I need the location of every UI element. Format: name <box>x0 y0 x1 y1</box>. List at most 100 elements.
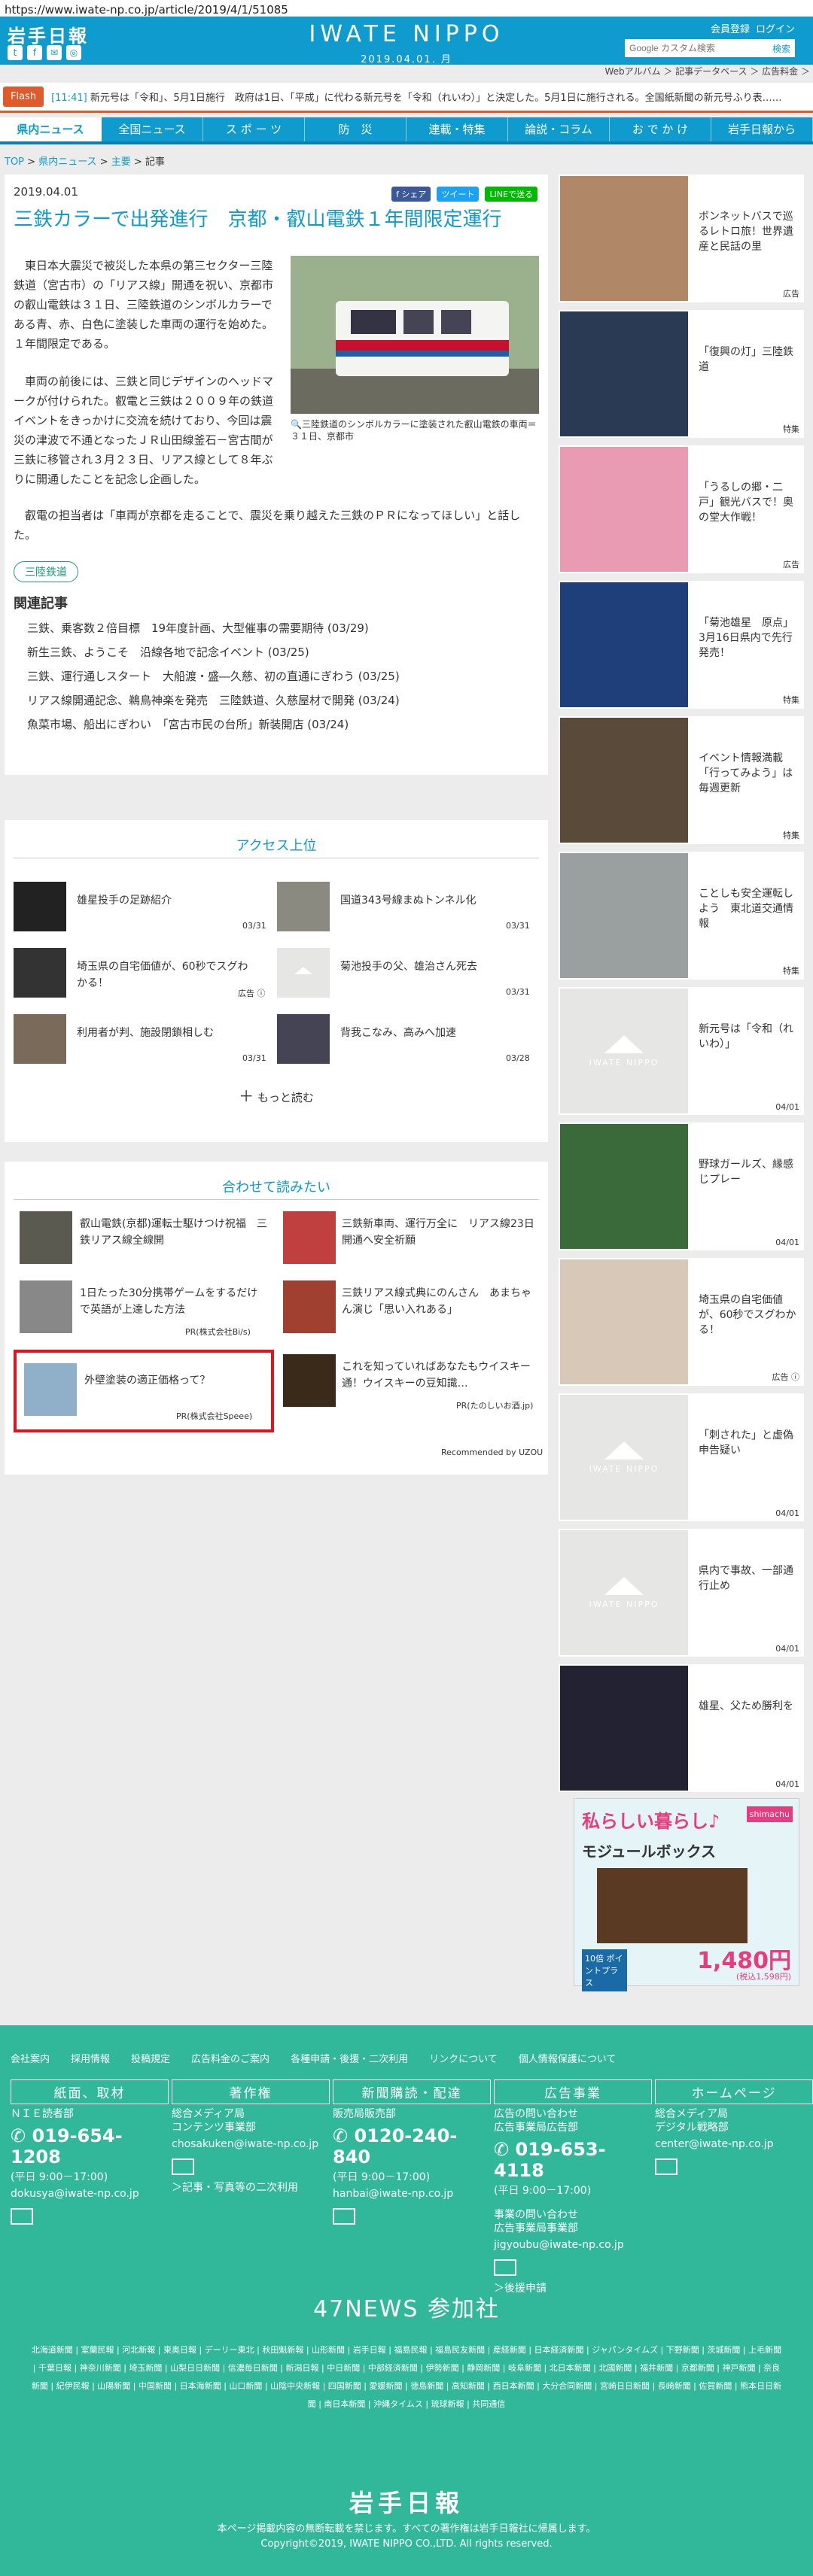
phone-number[interactable]: ✆ 019-654-1208 <box>11 2125 169 2167</box>
sidebar-title[interactable]: 雄星、父ため勝利を <box>699 1699 796 1714</box>
sidebar-card[interactable]: ことしも安全運転しよう 東北道交通情報 特集 <box>559 852 804 980</box>
sidebar-title[interactable]: 「うるしの郷・二戸」観光バスで！奥の堂大作戦！ <box>699 480 796 525</box>
sidebar-card[interactable]: IWATE NIPPO 新元号は「令和（れいわ）」 04/01 <box>559 987 804 1115</box>
related-link[interactable]: 魚菜市場、船出にぎわい 「宮古市民の台所」新装開店 (03/24) <box>27 716 349 732</box>
email[interactable]: hanbai@iwate-np.co.jp <box>333 2187 491 2201</box>
header-sublinks[interactable]: Webアルバム ＞ 記事データベース ＞ 広告料金 ＞ <box>604 65 810 77</box>
sidebar-card[interactable]: 「うるしの郷・二戸」観光バスで！奥の堂大作戦！ 広告 <box>559 445 804 573</box>
tag-sanriku[interactable]: 三陸鉄道 <box>14 561 78 582</box>
sidebar-title[interactable]: 野球ガールズ、縁感じプレー <box>699 1157 796 1187</box>
footer-link[interactable]: 投稿規定 <box>131 2051 170 2065</box>
thumb[interactable] <box>20 1280 72 1333</box>
crumb-pref[interactable]: 県内ニュース <box>38 156 96 168</box>
email[interactable]: chosakuken@iwate-np.co.jp <box>172 2137 330 2151</box>
footer-link[interactable]: リンクについて <box>429 2051 498 2065</box>
crumb-main[interactable]: 主要 <box>111 156 131 168</box>
article-photo[interactable] <box>291 256 539 414</box>
thumb[interactable] <box>20 1211 72 1264</box>
sidebar-card[interactable]: ボンネットバスで巡るレトロ旅！世界遺産と民話の里 広告 <box>559 175 804 302</box>
footer-link[interactable]: 各種申請・後援・二次利用 <box>291 2051 408 2065</box>
47news-list[interactable]: 北海道新聞 | 室蘭民報 | 河北新報 | 東奥日報 | デーリー東北 | 秋田… <box>30 2341 783 2413</box>
sidebar-title[interactable]: 「復興の灯」三陸鉄道 <box>699 345 796 375</box>
recommend-item[interactable]: 三鉄新車両、運行万全に リアス線23日開通へ安全祈願 <box>342 1216 537 1249</box>
recommend-item[interactable]: 外壁塗装の適正価格って？ <box>84 1372 265 1389</box>
nav-national-news[interactable]: 全国ニュース <box>102 117 203 141</box>
sidebar-card[interactable]: イベント情報満載「行ってみよう」は毎週更新 特集 <box>559 716 804 844</box>
thumb[interactable] <box>14 948 66 998</box>
more-button[interactable]: ＋ もっと読む <box>5 1088 548 1106</box>
sidebar-card[interactable]: 「復興の灯」三陸鉄道 特集 <box>559 310 804 438</box>
placeholder-thumb[interactable]: IWATE NIPPO <box>560 1530 688 1655</box>
thumb[interactable] <box>14 882 66 931</box>
mail-icon[interactable] <box>172 2158 194 2175</box>
phone-number[interactable]: ✆ 0120-240-840 <box>333 2125 491 2167</box>
nav-pref-news[interactable]: 県内ニュース <box>0 117 102 141</box>
sidebar-title[interactable]: ことしも安全運転しよう 東北道交通情報 <box>699 886 796 931</box>
nav-column[interactable]: 論説・コラム <box>508 117 610 141</box>
sidebar-card[interactable]: 「菊池雄星 原点」3月16日県内で先行発売！ 特集 <box>559 581 804 709</box>
sidebar-thumb[interactable] <box>560 582 688 707</box>
placeholder-thumb[interactable]: IWATE NIPPO <box>560 989 688 1113</box>
sidebar-card[interactable]: IWATE NIPPO 県内で事故、一部通行止め 04/01 <box>559 1529 804 1657</box>
related-link[interactable]: 三鉄、乗客数２倍目標 19年度計画、大型催事の需要期待 (03/29) <box>27 620 369 636</box>
sidebar-title[interactable]: 県内で事故、一部通行止め <box>699 1563 796 1593</box>
sidebar-thumb[interactable] <box>560 718 688 843</box>
search-button[interactable]: 検索 <box>768 39 795 57</box>
share-facebook-button[interactable]: f シェア <box>391 187 431 202</box>
mail-icon[interactable] <box>333 2208 355 2225</box>
uzou-credit[interactable]: Recommended by UZOU <box>441 1447 543 1457</box>
footer-link[interactable]: 採用情報 <box>71 2051 110 2065</box>
sidebar-title[interactable]: ボンネットバスで巡るレトロ旅！世界遺産と民話の里 <box>699 209 796 254</box>
footer-link[interactable]: 個人情報保護について <box>519 2051 617 2065</box>
nav-outing[interactable]: お で か け <box>610 117 711 141</box>
placeholder-thumb[interactable]: IWATE NIPPO <box>560 1395 688 1520</box>
mail-icon[interactable] <box>11 2208 33 2225</box>
recommend-item[interactable]: 三鉄リアス線式典にのんさん あまちゃん演じ「思い入れある」 <box>342 1285 537 1318</box>
email[interactable]: jigyoubu@iwate-np.co.jp <box>494 2238 652 2252</box>
search-input[interactable] <box>625 39 768 57</box>
nav-from-nippo[interactable]: 岩手日報から <box>711 117 813 141</box>
related-link[interactable]: リアス線開通記念、鵜鳥神楽を発売 三陸鉄道、久慈屋材で開発 (03/24) <box>27 692 400 708</box>
footer-link[interactable]: 広告料金のご案内 <box>191 2051 269 2065</box>
sidebar-thumb[interactable] <box>560 447 688 572</box>
sidebar-thumb[interactable] <box>560 311 688 436</box>
thumb[interactable] <box>283 1280 336 1333</box>
nav-disaster[interactable]: 防 災 <box>305 117 406 141</box>
thumb-placeholder[interactable] <box>277 948 330 998</box>
email[interactable]: center@iwate-np.co.jp <box>655 2137 813 2151</box>
ad-label[interactable]: 広告 ⓘ <box>238 987 266 999</box>
tweet-button[interactable]: ツイート <box>437 187 480 202</box>
ad-banner[interactable]: 私らしい暮らし♪ shimachu モジュールボックス 10倍 ポイントプラス … <box>574 1798 799 1991</box>
nav-sports[interactable]: ス ポ ー ツ <box>203 117 305 141</box>
recommend-item[interactable]: 1日たった30分携帯ゲームをするだけで英語が上達した方法 <box>80 1285 268 1318</box>
email[interactable]: dokusya@iwate-np.co.jp <box>11 2187 169 2201</box>
crumb-top[interactable]: TOP <box>5 156 24 168</box>
related-link[interactable]: 新生三鉄、ようこそ 沿線各地で記念イベント (03/25) <box>27 644 309 660</box>
sidebar-thumb[interactable] <box>560 853 688 978</box>
mail-icon[interactable] <box>494 2259 516 2276</box>
sidebar-title[interactable]: 「菊池雄星 原点」3月16日県内で先行発売！ <box>699 615 796 661</box>
related-link[interactable]: 三鉄、運行通しスタート 大船渡・盛―久慈、初の直通にぎわう (03/25) <box>27 668 400 684</box>
login-link[interactable]: ログイン <box>756 21 795 35</box>
access-item[interactable]: 雄星投手の足跡紹介 <box>77 892 257 909</box>
access-item[interactable]: 背我こなみ、高みへ加速 <box>340 1025 521 1041</box>
sidebar-title[interactable]: 埼玉県の自宅価値が、60秒でスグわかる！ <box>699 1293 796 1338</box>
register-link[interactable]: 会員登録 <box>711 21 750 35</box>
sidebar-title[interactable]: 「刺された」と虚偽申告疑い <box>699 1428 796 1458</box>
sidebar-title[interactable]: イベント情報満載「行ってみよう」は毎週更新 <box>699 751 796 796</box>
thumb[interactable] <box>277 882 330 931</box>
access-item[interactable]: 埼玉県の自宅価値が、60秒でスグわかる！ <box>77 958 257 992</box>
thumb[interactable] <box>24 1363 77 1416</box>
thumb[interactable] <box>283 1211 336 1264</box>
access-item[interactable]: 菊池投手の父、雄治さん死去 <box>340 958 521 975</box>
footer-link[interactable]: 会社案内 <box>11 2051 50 2065</box>
recommend-item[interactable]: 叡山電鉄(京都)運転士駆けつけ祝福 三鉄リアス線全線開 <box>80 1216 268 1249</box>
zoom-icon[interactable]: 🔍 <box>291 419 302 430</box>
sidebar-card[interactable]: 埼玉県の自宅価値が、60秒でスグわかる！ 広告 ⓘ <box>559 1258 804 1386</box>
footer-sublink[interactable]: ＞記事・写真等の二次利用 <box>172 2181 330 2195</box>
sidebar-card[interactable]: 野球ガールズ、縁感じプレー 04/01 <box>559 1122 804 1250</box>
sidebar-title[interactable]: 新元号は「令和（れいわ）」 <box>699 1022 796 1052</box>
line-button[interactable]: LINEで送る <box>485 187 537 202</box>
thumb[interactable] <box>283 1354 336 1407</box>
thumb[interactable] <box>277 1014 330 1064</box>
